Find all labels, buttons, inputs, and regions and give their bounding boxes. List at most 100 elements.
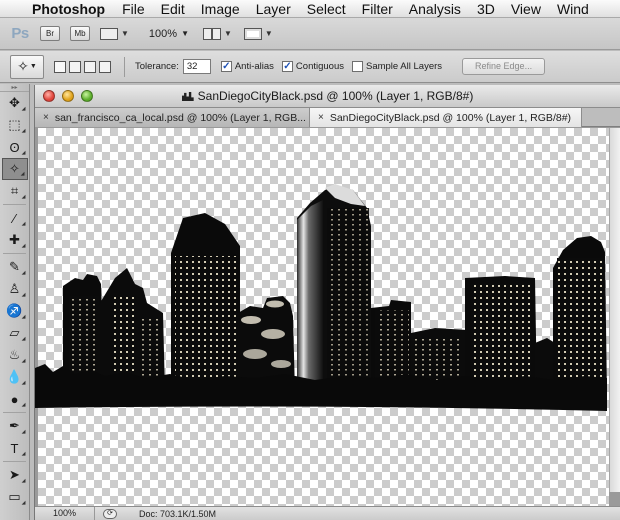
- tool-flyout-icon: ◢: [21, 500, 26, 506]
- move-tool-icon[interactable]: ✥ ◢: [2, 92, 28, 114]
- canvas-area[interactable]: [35, 128, 620, 506]
- dodge-tool-icon[interactable]: ● ◢: [2, 388, 28, 410]
- selection-mode-group: [54, 60, 114, 73]
- photoshop-window: Photoshop File Edit Image Layer Select F…: [0, 0, 620, 520]
- menu-file[interactable]: File: [114, 0, 153, 18]
- lasso-tool-icon[interactable]: ʘ ◢: [2, 136, 28, 158]
- menu-app-name[interactable]: Photoshop: [28, 1, 114, 17]
- menu-filter[interactable]: Filter: [354, 0, 401, 18]
- view-extras-button[interactable]: ▼: [100, 27, 129, 40]
- history-brush-tool-icon[interactable]: ♐ ◢: [2, 300, 28, 322]
- add-to-selection-icon[interactable]: [69, 60, 81, 73]
- sample-all-layers-checkbox[interactable]: Sample All Layers: [351, 61, 443, 72]
- tool-flyout-icon: ◢: [21, 451, 26, 457]
- status-doc-size[interactable]: Doc: 703.1K/1.50M: [139, 509, 216, 519]
- screen-mode-button[interactable]: ▼: [243, 27, 273, 40]
- sample-all-layers-label: Sample All Layers: [365, 61, 443, 72]
- menu-image[interactable]: Image: [193, 0, 248, 18]
- healing-brush-tool-icon[interactable]: ✚ ◢: [2, 229, 28, 251]
- tool-preset-picker[interactable]: ✧ ▼: [10, 54, 44, 79]
- tool-flyout-icon: ◢: [21, 194, 26, 200]
- divider: [3, 253, 26, 254]
- document-title-bar[interactable]: SanDiegoCityBlack.psd @ 100% (Layer 1, R…: [35, 85, 620, 108]
- tab-san-diego[interactable]: × SanDiegoCityBlack.psd @ 100% (Layer 1,…: [310, 108, 582, 127]
- menu-view[interactable]: View: [503, 0, 549, 18]
- application-bar: Ps Br Mb ▼ 100% ▼ ▼ ▼: [0, 18, 620, 50]
- path-selection-tool-icon[interactable]: ➤ ◢: [2, 464, 28, 486]
- tools-panel: ▸▸ ✥ ◢ ⬚ ◢ ʘ ◢ ✧ ◢ ⌗ ◢ ⁄ ◢ ✚ ◢ ✎ ◢ ♙ ◢ ♐ ◢ ▱ ◢ ♨ ◢ 💧 ◢ ● ◢ ✒ ◢ T ◢ ➤ ◢ ▭ ◢: [0, 84, 30, 520]
- zoom-level-select[interactable]: 100% ▼: [149, 28, 189, 40]
- blur-tool-icon[interactable]: 💧 ◢: [2, 366, 28, 388]
- screen-mode-icon: [243, 27, 262, 40]
- eraser-tool-icon[interactable]: ▱ ◢: [2, 322, 28, 344]
- checkbox-checked-icon: ✓: [220, 61, 232, 72]
- tool-flyout-icon: ◢: [21, 380, 26, 386]
- menu-3d[interactable]: 3D: [469, 0, 503, 18]
- view-extras-icon: [100, 27, 118, 40]
- document-tabs: × san_francisco_ca_local.psd @ 100% (Lay…: [35, 108, 620, 127]
- pen-tool-icon[interactable]: ✒ ◢: [2, 415, 28, 437]
- tool-flyout-icon: ◢: [20, 171, 25, 177]
- tool-flyout-icon: ◢: [21, 402, 26, 408]
- divider: [3, 412, 26, 413]
- new-selection-icon[interactable]: [54, 60, 66, 73]
- intersect-selection-icon[interactable]: [99, 60, 111, 73]
- chevron-down-icon: ▼: [181, 29, 189, 38]
- document-title: SanDiegoCityBlack.psd @ 100% (Layer 1, R…: [35, 89, 620, 103]
- menu-window[interactable]: Wind: [549, 0, 597, 18]
- anti-alias-label: Anti-alias: [234, 61, 274, 72]
- vertical-scrollbar[interactable]: [609, 128, 620, 492]
- magic-wand-icon: ✧: [17, 58, 29, 74]
- zoom-level-value: 100%: [148, 27, 178, 40]
- tool-flyout-icon: ◢: [21, 150, 26, 156]
- divider: [3, 204, 26, 205]
- menu-layer[interactable]: Layer: [248, 0, 299, 18]
- tool-flyout-icon: ◢: [21, 336, 26, 342]
- tab-label: SanDiegoCityBlack.psd @ 100% (Layer 1, R…: [329, 111, 572, 124]
- rectangle-tool-icon[interactable]: ▭ ◢: [2, 486, 28, 508]
- panel-grip-icon[interactable]: ▸▸: [0, 84, 29, 92]
- brush-tool-icon[interactable]: ✎ ◢: [2, 256, 28, 278]
- bridge-button[interactable]: Br: [40, 26, 60, 41]
- divider: [124, 56, 125, 77]
- tool-flyout-icon: ◢: [21, 128, 26, 134]
- menu-edit[interactable]: Edit: [153, 0, 193, 18]
- checkbox-checked-icon: ✓: [281, 61, 293, 72]
- tolerance-input[interactable]: 32: [182, 59, 211, 74]
- psd-file-icon: [181, 92, 194, 101]
- chevron-down-icon: ▼: [264, 29, 273, 38]
- arrange-documents-icon: [202, 27, 221, 40]
- close-tab-icon[interactable]: ×: [318, 109, 324, 127]
- tab-san-francisco[interactable]: × san_francisco_ca_local.psd @ 100% (Lay…: [35, 108, 310, 127]
- document-title-text: SanDiegoCityBlack.psd @ 100% (Layer 1, R…: [197, 89, 474, 103]
- tool-flyout-icon: ◢: [21, 478, 26, 484]
- tool-flyout-icon: ◢: [21, 221, 26, 227]
- clone-stamp-tool-icon[interactable]: ♙ ◢: [2, 278, 28, 300]
- refine-edge-button[interactable]: Refine Edge...: [462, 58, 546, 75]
- tool-flyout-icon: ◢: [21, 270, 26, 276]
- close-tab-icon[interactable]: ×: [43, 109, 49, 127]
- tool-flyout-icon: ◢: [21, 106, 26, 112]
- menu-analysis[interactable]: Analysis: [401, 0, 469, 18]
- status-zoom[interactable]: 100%: [35, 506, 95, 520]
- city-skyline-image: [35, 184, 607, 411]
- arrange-documents-button[interactable]: ▼: [202, 27, 232, 40]
- subtract-from-selection-icon[interactable]: [84, 60, 96, 73]
- magic-wand-tool-icon[interactable]: ✧ ◢: [1, 158, 28, 180]
- status-info-icon[interactable]: ⟳: [103, 508, 117, 519]
- paint-bucket-tool-icon[interactable]: ♨ ◢: [2, 344, 28, 366]
- menu-select[interactable]: Select: [299, 0, 354, 18]
- chevron-down-icon: ▼: [223, 29, 232, 38]
- contiguous-checkbox[interactable]: ✓ Contiguous: [281, 61, 344, 72]
- chevron-down-icon: ▼: [29, 63, 37, 70]
- ps-logo: Ps: [11, 25, 29, 42]
- options-bar: ✧ ▼ Tolerance: 32 ✓ Anti-alias ✓ Contiguo…: [0, 51, 620, 83]
- eyedropper-tool-icon[interactable]: ⁄ ◢: [2, 207, 28, 229]
- mini-bridge-button[interactable]: Mb: [70, 26, 90, 41]
- type-tool-icon[interactable]: T ◢: [2, 437, 28, 459]
- anti-alias-checkbox[interactable]: ✓ Anti-alias: [220, 61, 274, 72]
- contiguous-label: Contiguous: [295, 61, 344, 72]
- crop-tool-icon[interactable]: ⌗ ◢: [2, 180, 28, 202]
- marquee-tool-icon[interactable]: ⬚ ◢: [2, 114, 28, 136]
- tool-flyout-icon: ◢: [21, 358, 26, 364]
